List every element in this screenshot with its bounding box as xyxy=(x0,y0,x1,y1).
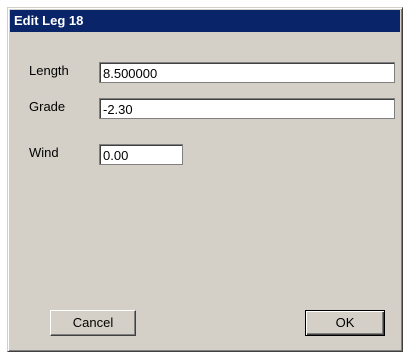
grade-field[interactable] xyxy=(99,98,395,119)
edit-leg-dialog: Edit Leg 18 Length Grade Wind Cancel OK xyxy=(7,7,403,352)
length-label: Length xyxy=(29,63,69,78)
wind-label: Wind xyxy=(29,145,59,160)
length-field[interactable] xyxy=(99,62,395,83)
dialog-title: Edit Leg 18 xyxy=(10,10,400,32)
grade-label: Grade xyxy=(29,99,66,114)
wind-field[interactable] xyxy=(99,144,183,165)
cancel-button[interactable]: Cancel xyxy=(50,310,136,336)
ok-button[interactable]: OK xyxy=(305,310,385,336)
